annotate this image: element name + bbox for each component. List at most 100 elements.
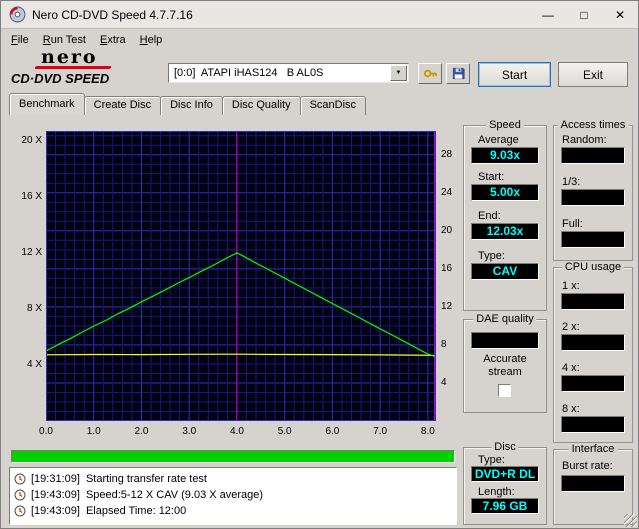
drive-select[interactable]: [0:0] ATAPI iHAS124 B AL0S ▼ <box>168 63 409 83</box>
clock-icon <box>14 489 26 501</box>
axis-tick-label: 28 <box>441 148 453 160</box>
disc-type-value: DVD+R DL <box>471 466 539 482</box>
chart-area: 4 X 8 X 12 X 16 X 20 X 4 8 12 16 20 24 28 0.0 1.0 2.0 3… <box>9 119 461 449</box>
tab-disc-info[interactable]: Disc Info <box>160 96 223 115</box>
disc-panel: Disc Type: DVD+R DL Length: 7.96 GB <box>463 441 547 525</box>
nero-brand-text: nero <box>41 46 98 68</box>
nero-swoosh-icon <box>34 66 112 69</box>
floppy-icon <box>452 67 465 80</box>
axis-tick-label: 12 X <box>21 247 42 259</box>
axis-tick-label: 5.0 <box>277 426 292 437</box>
axis-tick-label: 20 X <box>21 135 42 147</box>
full-label: Full: <box>562 218 583 230</box>
axis-tick-label: 16 X <box>21 191 42 203</box>
axis-tick-label: 2.0 <box>134 426 149 437</box>
axis-tick-label: 20 <box>441 224 453 236</box>
maximize-icon[interactable]: □ <box>566 1 602 28</box>
tab-strip: Benchmark Create Disc Disc Info Disc Qua… <box>9 93 367 115</box>
close-icon[interactable]: ✕ <box>602 1 638 28</box>
app-window: Nero CD-DVD Speed 4.7.7.16 — □ ✕ File Ru… <box>0 0 639 529</box>
axis-tick-label: 7.0 <box>373 426 388 437</box>
log-timestamp: [19:31:09] <box>31 473 80 485</box>
axis-tick-label: 8 <box>441 338 447 350</box>
drive-select-value: [0:0] ATAPI iHAS124 B AL0S <box>174 67 324 79</box>
access-times-panel: Access times Random: 1/3: Full: <box>553 119 633 261</box>
axis-tick-label: 8.0 <box>420 426 435 437</box>
axis-tick-label: 16 <box>441 262 453 274</box>
axis-tick-label: 6.0 <box>325 426 340 437</box>
disc-panel-title: Disc <box>491 441 519 453</box>
accurate-stream-label-1: Accurate <box>483 353 527 365</box>
speed-type-value: CAV <box>471 263 539 280</box>
axis-tick-label: 4.0 <box>229 426 244 437</box>
progress-fill <box>12 451 454 462</box>
benchmark-plot <box>45 131 436 421</box>
end-value: 12.03x <box>471 223 539 240</box>
access-times-title: Access times <box>557 119 629 131</box>
log-panel: [19:31:09] Starting transfer rate test [… <box>9 467 457 525</box>
log-message: Elapsed Time: 12:00 <box>85 505 187 517</box>
burst-rate-value <box>561 475 625 492</box>
save-button[interactable] <box>446 63 470 84</box>
one-third-value <box>561 189 625 206</box>
tab-benchmark[interactable]: Benchmark <box>9 93 85 115</box>
log-entry: [19:31:09] Starting transfer rate test <box>14 471 452 487</box>
random-value <box>561 147 625 164</box>
tab-create-disc[interactable]: Create Disc <box>83 96 162 115</box>
dae-quality-title: DAE quality <box>473 313 537 325</box>
eject-key-button[interactable] <box>418 63 442 84</box>
end-label: End: <box>478 210 501 222</box>
cpu-4x-value <box>561 375 625 392</box>
dae-quality-value <box>471 332 539 349</box>
benchmark-plot-svg <box>45 131 436 421</box>
speed-type-label: Type: <box>478 250 505 262</box>
cpu-4x-label: 4 x: <box>562 362 580 374</box>
axis-tick-label: 8 X <box>26 303 42 315</box>
menu-help[interactable]: Help <box>133 32 170 48</box>
cpu-1x-value <box>561 293 625 310</box>
random-label: Random: <box>562 134 607 146</box>
progress-bar <box>11 450 455 463</box>
axis-tick-label: 3.0 <box>182 426 197 437</box>
full-value <box>561 231 625 248</box>
log-timestamp: [19:43:09] <box>31 489 80 501</box>
menu-file[interactable]: File <box>4 32 36 48</box>
cpu-usage-panel: CPU usage 1 x: 2 x: 4 x: 8 x: <box>553 261 633 443</box>
menu-extra[interactable]: Extra <box>93 32 133 48</box>
cpu-1x-label: 1 x: <box>562 280 580 292</box>
window-title: Nero CD-DVD Speed 4.7.7.16 <box>32 7 193 22</box>
speed-panel-title: Speed <box>486 119 524 131</box>
axis-tick-label: 12 <box>441 300 453 312</box>
axis-tick-label: 4 <box>441 376 447 388</box>
cpu-8x-value <box>561 416 625 433</box>
cpu-usage-title: CPU usage <box>561 261 625 273</box>
exit-button[interactable]: Exit <box>558 62 628 87</box>
interface-title: Interface <box>568 443 618 455</box>
clock-icon <box>14 505 26 517</box>
nero-product-text: CD·DVD SPEED <box>11 71 110 86</box>
key-icon <box>423 69 437 78</box>
disc-type-label: Type: <box>478 454 505 466</box>
window-controls: — □ ✕ <box>530 1 638 28</box>
cpu-2x-label: 2 x: <box>562 321 580 333</box>
log-entry: [19:43:09] Speed:5-12 X CAV (9.03 X aver… <box>14 487 452 503</box>
log-entry: [19:43:09] Elapsed Time: 12:00 <box>14 503 452 519</box>
disc-length-label: Length: <box>478 486 515 498</box>
chevron-down-icon[interactable]: ▼ <box>390 65 407 81</box>
start-label: Start: <box>478 171 505 183</box>
average-value: 9.03x <box>471 147 539 164</box>
dae-quality-panel: DAE quality Accurate stream <box>463 313 547 413</box>
start-button[interactable]: Start <box>478 62 551 87</box>
start-value: 5.00x <box>471 184 539 201</box>
average-label: Average <box>478 134 519 146</box>
minimize-icon[interactable]: — <box>530 1 566 28</box>
speed-panel: Speed Average 9.03x Start: 5.00x End: 12… <box>463 119 547 311</box>
tab-scandisc[interactable]: ScanDisc <box>299 96 367 115</box>
resize-grip[interactable] <box>624 514 637 527</box>
nero-logo: nero CD·DVD SPEED <box>11 46 163 89</box>
tab-disc-quality[interactable]: Disc Quality <box>221 96 301 115</box>
cpu-8x-label: 8 x: <box>562 403 580 415</box>
axis-tick-label: 4 X <box>26 359 42 371</box>
accurate-stream-checkbox[interactable] <box>498 384 511 397</box>
log-message: Starting transfer rate test <box>85 473 207 485</box>
